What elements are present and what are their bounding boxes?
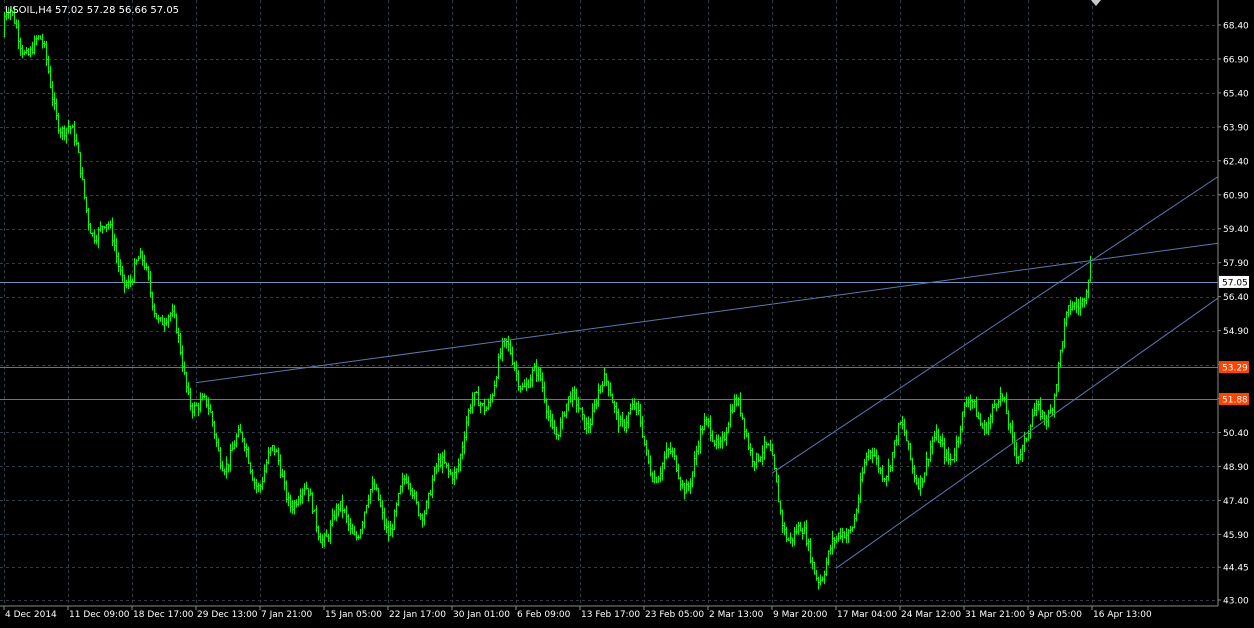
x-tick-label: 2 Mar 13:00 bbox=[709, 610, 764, 620]
x-tick-label: 24 Mar 12:00 bbox=[901, 610, 961, 620]
x-tick-label: 29 Dec 13:00 bbox=[197, 610, 258, 620]
level-badge-label: 53.29 bbox=[1222, 364, 1248, 374]
current-price-badge-label: 57.05 bbox=[1222, 278, 1248, 288]
price-chart[interactable]: 68.40 66.90 65.40 63.90 62.40 60.90 59.40 57.90… bbox=[0, 0, 1254, 624]
x-tick-label: 9 Apr 05:00 bbox=[1029, 610, 1082, 620]
x-tick-label: 6 Feb 09:00 bbox=[517, 610, 571, 620]
y-tick-label: 48.90 bbox=[1223, 463, 1249, 473]
y-tick-label: 45.90 bbox=[1223, 531, 1249, 541]
y-tick-label: 57.90 bbox=[1223, 259, 1249, 269]
y-tick-label: 44.45 bbox=[1223, 564, 1249, 574]
y-tick-label: 56.40 bbox=[1223, 293, 1249, 303]
y-tick-label: 59.40 bbox=[1223, 225, 1249, 235]
y-tick-label: 60.90 bbox=[1223, 191, 1249, 201]
y-tick-label: 63.90 bbox=[1223, 123, 1249, 133]
chart-header: USOIL,H4 57.02 57.28 56.66 57.05 bbox=[5, 5, 179, 16]
x-tick-label: 17 Mar 04:00 bbox=[837, 610, 897, 620]
y-tick-label: 50.40 bbox=[1223, 429, 1249, 439]
x-tick-label: 23 Feb 05:00 bbox=[645, 610, 704, 620]
x-tick-label: 31 Mar 21:00 bbox=[965, 610, 1025, 620]
x-tick-label: 30 Jan 01:00 bbox=[453, 610, 510, 620]
x-tick-label: 13 Feb 17:00 bbox=[581, 610, 640, 620]
y-tick-label: 54.90 bbox=[1223, 327, 1249, 337]
chart-root: 68.40 66.90 65.40 63.90 62.40 60.90 59.40 57.90… bbox=[0, 0, 1254, 624]
ohlc-values: 57.02 57.28 56.66 57.05 bbox=[55, 5, 179, 16]
x-tick-label: 9 Mar 20:00 bbox=[773, 610, 828, 620]
y-tick-label: 68.40 bbox=[1223, 22, 1249, 32]
x-tick-label: 22 Jan 17:00 bbox=[389, 610, 446, 620]
symbol-timeframe: USOIL,H4 bbox=[5, 5, 52, 16]
x-tick-label: 11 Dec 09:00 bbox=[69, 610, 130, 620]
x-tick-label: 18 Dec 17:00 bbox=[133, 610, 194, 620]
x-tick-label: 4 Dec 2014 bbox=[5, 610, 57, 620]
x-tick-label: 15 Jan 05:00 bbox=[325, 610, 382, 620]
x-tick-label: 16 Apr 13:00 bbox=[1093, 610, 1152, 620]
y-tick-label: 66.90 bbox=[1223, 55, 1249, 65]
y-tick-label: 47.40 bbox=[1223, 497, 1249, 507]
x-tick-label: 7 Jan 21:00 bbox=[261, 610, 313, 620]
y-tick-label: 65.40 bbox=[1223, 89, 1249, 99]
y-tick-label: 62.40 bbox=[1223, 157, 1249, 167]
level-badge-label: 51.88 bbox=[1222, 395, 1248, 405]
y-tick-label: 43.00 bbox=[1223, 597, 1249, 607]
